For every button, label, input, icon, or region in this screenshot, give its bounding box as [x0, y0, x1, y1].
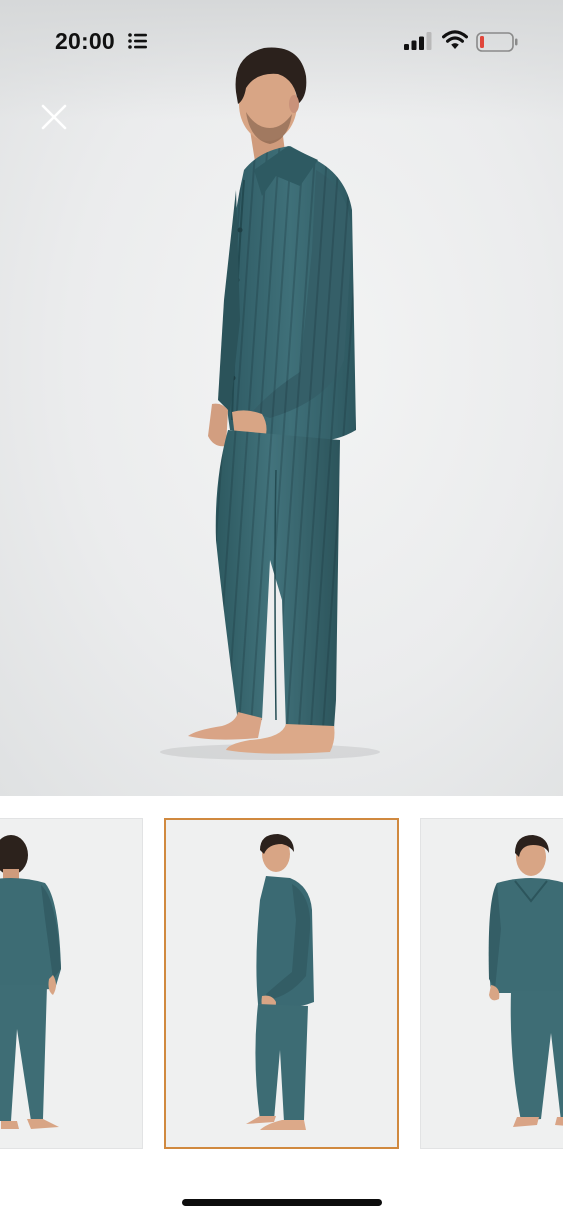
close-icon	[41, 104, 67, 130]
thumbnail-front-figure	[488, 835, 563, 1127]
status-bar: 20:00	[0, 0, 563, 84]
battery-icon	[476, 32, 518, 52]
home-indicator[interactable]	[182, 1199, 382, 1206]
list-icon	[128, 33, 147, 49]
close-button[interactable]	[38, 101, 70, 133]
status-time: 20:00	[55, 28, 115, 54]
wifi-icon	[442, 30, 468, 49]
signal-icon	[404, 32, 432, 50]
thumbnail-back-figure	[0, 835, 61, 1129]
thumbnail-front-view[interactable]	[420, 818, 563, 1149]
thumbnail-back-view[interactable]	[0, 818, 143, 1149]
thumbnail-side-view[interactable]	[164, 818, 399, 1149]
thumbnail-strip	[0, 818, 563, 1150]
product-main-image[interactable]: 20:00	[0, 0, 563, 796]
model-figure	[160, 47, 380, 760]
thumbnail-side-figure	[246, 834, 314, 1130]
